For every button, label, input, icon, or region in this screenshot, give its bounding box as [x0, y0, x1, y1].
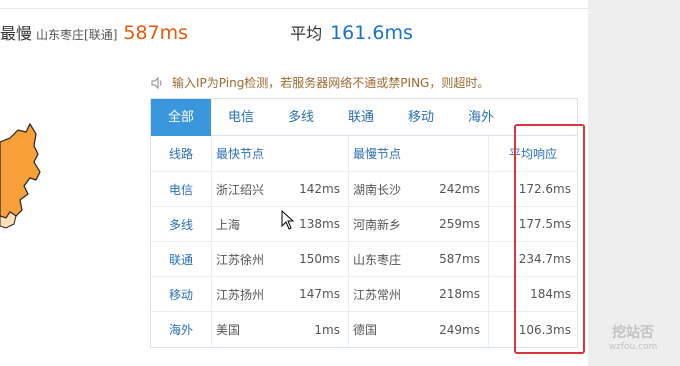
- row-fastest: 上海 138ms: [211, 207, 348, 241]
- fast-ms: 142ms: [299, 182, 340, 196]
- fast-node: 上海: [216, 217, 241, 232]
- row-line[interactable]: 联通: [151, 251, 211, 268]
- china-map-fragment: [0, 122, 41, 229]
- header-fastest-label: 最快节点: [216, 147, 265, 161]
- header-fastest: 最快节点: [211, 136, 348, 171]
- slowest-label: 最慢: [0, 24, 33, 43]
- mouse-cursor-icon: [281, 210, 295, 230]
- notice-text: 输入IP为Ping检测，若服务器网络不通或禁PING，则超时。: [172, 76, 490, 90]
- fast-node: 浙江绍兴: [216, 182, 265, 197]
- fast-ms: 1ms: [314, 322, 340, 337]
- slowest-value: 587ms: [123, 22, 189, 44]
- slow-ms: 587ms: [439, 252, 480, 266]
- slow-node: 德国: [353, 323, 378, 337]
- ping-result-panel: 最慢 山东枣庄[联通] 587ms 平均 161.6ms 输入IP为Ping检测…: [0, 0, 588, 366]
- slowest-region: 山东枣庄[联通]: [36, 28, 118, 42]
- average-label: 平均: [290, 24, 323, 43]
- header-line: 线路: [168, 147, 193, 161]
- summary-stats: 最慢 山东枣庄[联通] 587ms 平均 161.6ms: [0, 20, 588, 50]
- slow-ms: 242ms: [439, 182, 480, 196]
- average-column-highlight: [514, 124, 585, 354]
- slow-ms: 218ms: [439, 287, 480, 301]
- row-line[interactable]: 海外: [151, 321, 211, 338]
- fast-node: 美国: [216, 323, 241, 337]
- fast-ms: 138ms: [299, 217, 340, 231]
- slow-node: 湖南长沙: [353, 182, 402, 197]
- tab-all[interactable]: 全部: [151, 99, 211, 136]
- row-fastest: 浙江绍兴 142ms: [211, 172, 348, 206]
- speaker-icon: [151, 76, 162, 89]
- slow-node: 江苏常州: [353, 287, 402, 302]
- average-value: 161.6ms: [330, 22, 413, 44]
- watermark-title: 挖站否: [612, 325, 654, 341]
- row-line[interactable]: 电信: [151, 181, 211, 198]
- slow-node: 山东枣庄: [353, 252, 402, 267]
- fast-node: 江苏扬州: [216, 287, 265, 302]
- row-fastest: 江苏扬州 147ms: [211, 277, 348, 311]
- row-slowest: 江苏常州 218ms: [348, 277, 488, 311]
- tab-overseas[interactable]: 海外: [451, 99, 511, 136]
- slow-ms: 259ms: [439, 217, 480, 231]
- header-slowest: 最慢节点: [348, 136, 488, 171]
- fast-ms: 147ms: [299, 287, 340, 301]
- slow-ms: 249ms: [439, 322, 480, 337]
- row-slowest: 德国 249ms: [348, 312, 488, 347]
- fast-node: 江苏徐州: [216, 252, 265, 267]
- tab-multiline[interactable]: 多线: [271, 99, 331, 136]
- row-line[interactable]: 多线: [151, 216, 211, 233]
- fast-ms: 150ms: [299, 252, 340, 266]
- row-line[interactable]: 移动: [151, 286, 211, 303]
- watermark-url: wzfou.com: [608, 342, 658, 352]
- row-slowest: 河南新乡 259ms: [348, 207, 488, 241]
- row-slowest: 湖南长沙 242ms: [348, 172, 488, 206]
- row-slowest: 山东枣庄 587ms: [348, 242, 488, 276]
- row-fastest: 江苏徐州 150ms: [211, 242, 348, 276]
- divider: [0, 8, 588, 9]
- watermark: 挖站否 wzfou.com: [598, 322, 668, 352]
- page-background: [588, 0, 680, 366]
- tab-unicom[interactable]: 联通: [331, 99, 391, 136]
- ping-notice: 输入IP为Ping检测，若服务器网络不通或禁PING，则超时。: [150, 74, 489, 91]
- tab-mobile[interactable]: 移动: [391, 99, 451, 136]
- header-slowest-label: 最慢节点: [353, 147, 402, 161]
- row-fastest: 美国 1ms: [211, 312, 348, 347]
- tab-telecom[interactable]: 电信: [211, 99, 271, 136]
- slow-node: 河南新乡: [353, 217, 402, 232]
